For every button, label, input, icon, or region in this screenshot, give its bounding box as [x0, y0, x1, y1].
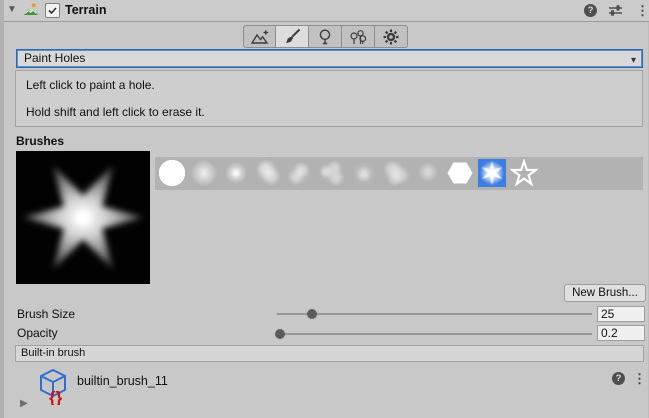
asset-help-icon[interactable]: ?	[612, 372, 625, 385]
brush-size-slider[interactable]	[277, 313, 592, 315]
opacity-field[interactable]	[597, 325, 645, 341]
component-enabled-checkbox[interactable]	[45, 3, 60, 18]
paintbrush-icon	[283, 28, 301, 46]
help-icon[interactable]: ?	[584, 4, 597, 17]
terrain-component-icon	[23, 2, 39, 21]
paint-terrain-button[interactable]	[276, 25, 309, 48]
component-title: Terrain	[65, 3, 106, 17]
new-brush-button[interactable]: New Brush...	[564, 284, 646, 302]
brush-preview	[16, 151, 150, 284]
builtin-brush-bar[interactable]: Built-in brush	[15, 345, 644, 362]
brush-size-field[interactable]	[597, 306, 645, 322]
opacity-slider-handle[interactable]	[275, 329, 285, 339]
brush-item-0[interactable]	[158, 159, 186, 187]
svg-text:{}: {}	[49, 388, 63, 405]
brush-item-8[interactable]	[414, 159, 442, 187]
brush-size-label: Brush Size	[17, 307, 75, 321]
chevron-down-icon: ▾	[631, 52, 636, 69]
grass-details-icon	[348, 28, 368, 46]
paint-trees-button[interactable]	[309, 25, 342, 48]
scriptable-object-icon: {}	[36, 367, 70, 408]
brush-item-1[interactable]	[190, 159, 218, 187]
brush-asset-title: builtin_brush_11	[77, 374, 168, 388]
brush-strip	[155, 157, 643, 190]
presets-icon[interactable]	[608, 4, 623, 20]
help-line-1: Left click to paint a hole.	[26, 78, 642, 92]
brush-item-9[interactable]	[446, 159, 474, 187]
terrain-toolbar	[243, 25, 408, 48]
help-line-2: Hold shift and left click to erase it.	[26, 105, 642, 119]
brushes-section-label: Brushes	[16, 134, 64, 148]
help-box: Left click to paint a hole. Hold shift a…	[15, 70, 643, 127]
context-menu-icon[interactable]: ⋮	[636, 4, 649, 17]
brush-item-4[interactable]	[286, 159, 314, 187]
left-gutter	[0, 0, 4, 418]
paint-tool-dropdown-value: Paint Holes	[24, 51, 85, 65]
opacity-label: Opacity	[17, 326, 58, 340]
create-neighbor-terrains-button[interactable]	[243, 25, 276, 48]
paint-details-button[interactable]	[342, 25, 375, 48]
tree-icon	[316, 28, 334, 46]
gear-icon	[382, 28, 400, 46]
brush-item-2[interactable]	[222, 159, 250, 187]
brush-size-slider-handle[interactable]	[307, 309, 317, 319]
brush-item-11[interactable]	[510, 159, 538, 187]
mountain-plus-icon	[250, 28, 270, 46]
component-header: ▼ Terrain ? ⋮	[4, 0, 649, 22]
terrain-inspector-panel: ▼ Terrain ? ⋮	[0, 0, 649, 418]
foldout-open-icon[interactable]: ▼	[7, 5, 17, 15]
terrain-settings-button[interactable]	[375, 25, 408, 48]
opacity-slider[interactable]	[277, 333, 592, 335]
brush-item-7[interactable]	[382, 159, 410, 187]
brush-item-3[interactable]	[254, 159, 282, 187]
asset-context-menu-icon[interactable]: ⋮	[633, 372, 646, 385]
check-icon	[47, 5, 58, 16]
brush-item-5[interactable]	[318, 159, 346, 187]
brush-item-10[interactable]	[478, 159, 506, 187]
paint-tool-dropdown[interactable]: Paint Holes ▾	[16, 49, 643, 68]
asset-foldout-closed-icon[interactable]: ▶	[20, 399, 28, 409]
brush-item-6[interactable]	[350, 159, 378, 187]
